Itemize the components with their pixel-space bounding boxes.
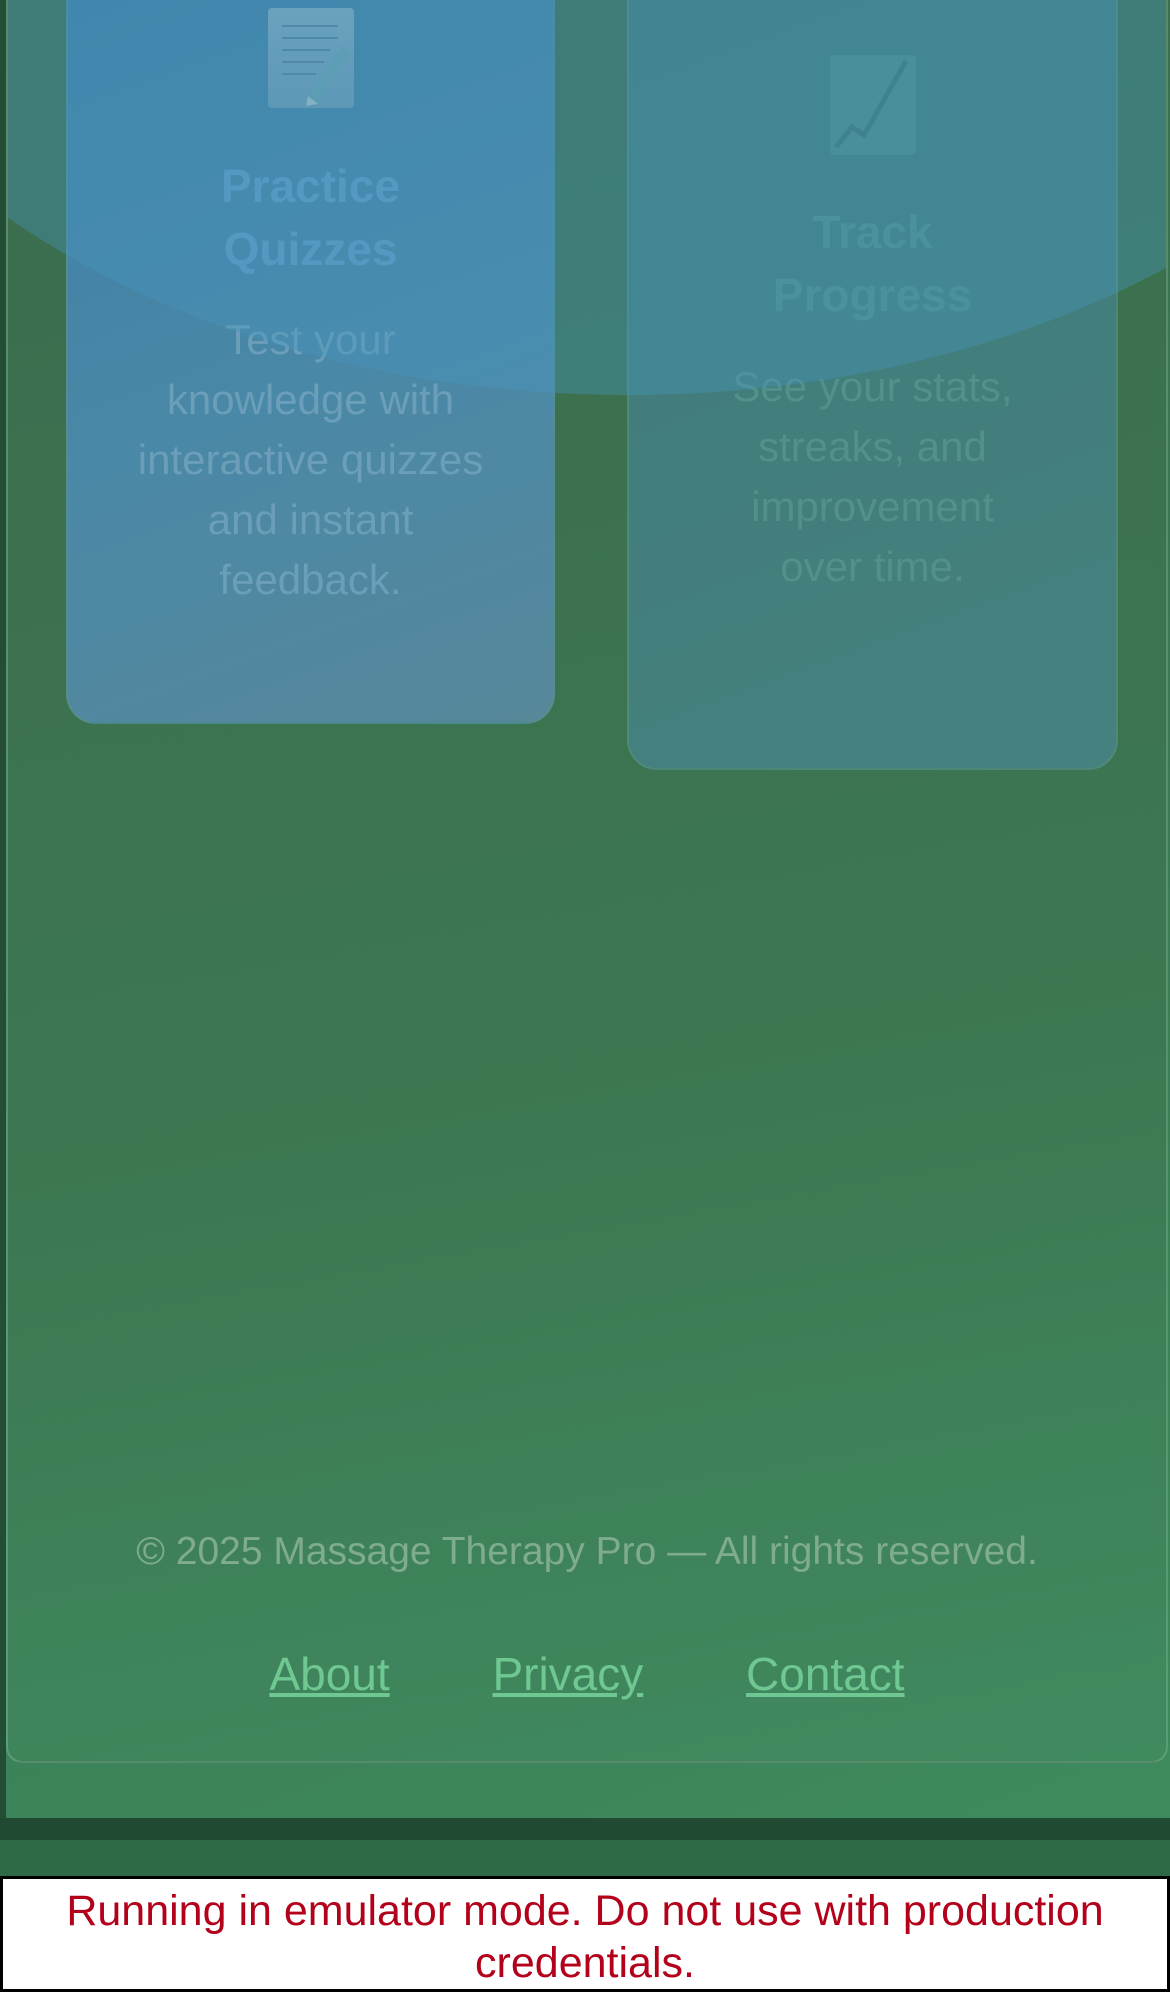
footer-links: About Privacy Contact [8, 1647, 1166, 1701]
footer-link-privacy[interactable]: Privacy [492, 1648, 643, 1700]
footer-link-about[interactable]: About [269, 1648, 389, 1700]
feature-card-description: Test your knowledge with interactive qui… [137, 316, 484, 603]
emulator-warning-banner: Running in emulator mode. Do not use wit… [0, 1876, 1170, 1992]
feature-card-title: Track Progress [772, 206, 973, 321]
app-content: Practice Quizzes Test your knowledge wit… [6, 0, 1170, 1818]
feature-card-track-progress[interactable]: Track Progress See your stats, streaks, … [627, 0, 1118, 770]
app-frame: Practice Quizzes Test your knowledge wit… [0, 0, 1170, 1818]
feature-card-practice-quizzes[interactable]: Practice Quizzes Test your knowledge wit… [66, 0, 555, 724]
chart-increasing-icon [829, 55, 916, 155]
feature-card-description: See your stats, streaks, and improvement… [732, 363, 1013, 590]
memo-pencil-icon [267, 8, 354, 108]
bottom-divider [0, 1818, 1170, 1840]
feature-card-title: Practice Quizzes [220, 160, 400, 275]
main-panel: Practice Quizzes Test your knowledge wit… [6, 0, 1168, 1763]
footer-link-contact[interactable]: Contact [746, 1648, 905, 1700]
copyright-text: © 2025 Massage Therapy Pro — All rights … [136, 1530, 1038, 1573]
